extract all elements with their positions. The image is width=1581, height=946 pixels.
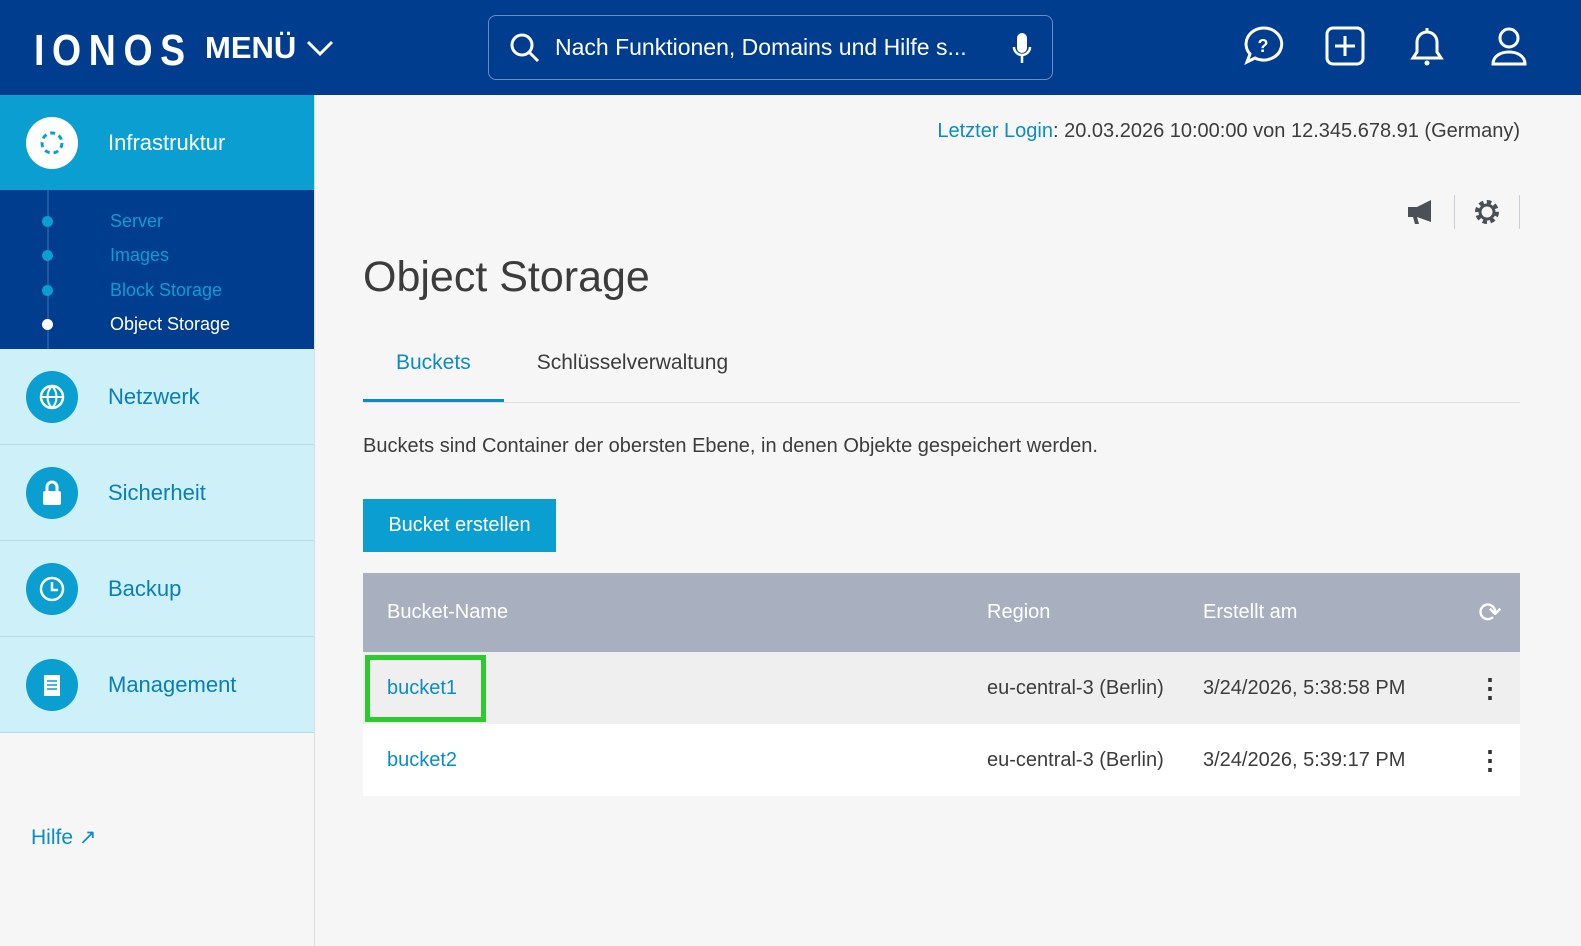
more-options-icon[interactable]: ⋮ — [1460, 673, 1520, 704]
megaphone-icon — [1408, 200, 1431, 224]
svg-text:?: ? — [1258, 36, 1269, 56]
sidebar-item-infrastruktur[interactable]: Infrastruktur — [0, 95, 314, 190]
history-icon — [26, 562, 78, 615]
tab-schluesselverwaltung[interactable]: Schlüsselverwaltung — [504, 335, 761, 402]
highlight-box — [365, 655, 486, 722]
sidebar-label: Netzwerk — [108, 383, 200, 409]
page-title: Object Storage — [363, 253, 650, 301]
infrastructure-icon — [26, 116, 78, 169]
search-icon — [510, 33, 540, 62]
help-chat-icon[interactable]: ? — [1241, 24, 1285, 68]
table-header: Bucket-Name Region Erstellt am ⟳ — [363, 573, 1520, 652]
sidebar-item-management[interactable]: Management — [0, 637, 314, 733]
menu-button[interactable]: MENÜ — [205, 30, 334, 66]
last-login-link[interactable]: Letzter Login — [937, 120, 1053, 142]
announcement-button[interactable] — [1388, 195, 1454, 229]
last-login: Letzter Login: 20.03.2026 10:00:00 von 1… — [937, 120, 1520, 143]
column-header-name[interactable]: Bucket-Name — [387, 601, 987, 624]
top-bar: IONOS MENÜ Nach Funktionen, Domains und … — [0, 0, 1581, 95]
sidebar-subitem-server[interactable]: Server — [0, 204, 314, 239]
user-icon[interactable] — [1487, 24, 1531, 68]
bucket-region: eu-central-3 (Berlin) — [987, 676, 1164, 699]
search-input[interactable]: Nach Funktionen, Domains und Hilfe s... — [488, 15, 1053, 80]
add-icon[interactable] — [1323, 24, 1367, 68]
more-options-icon[interactable]: ⋮ — [1460, 745, 1520, 776]
help-link[interactable]: Hilfe ↗ — [31, 825, 96, 850]
globe-icon — [26, 370, 78, 423]
bucket-created: 3/24/2026, 5:39:17 PM — [1203, 748, 1406, 771]
sidebar-item-sicherheit[interactable]: Sicherheit — [0, 445, 314, 541]
column-header-created[interactable]: Erstellt am — [1203, 601, 1460, 624]
table-row: bucket2 eu-central-3 (Berlin) 3/24/2026,… — [363, 724, 1520, 796]
sidebar: Infrastruktur Server Images Block Storag… — [0, 95, 315, 946]
sidebar-label: Sicherheit — [108, 479, 206, 505]
description: Buckets sind Container der obersten Eben… — [363, 435, 1098, 457]
sidebar-label: Backup — [108, 575, 182, 601]
sidebar-subitem-block-storage[interactable]: Block Storage — [0, 273, 314, 308]
sidebar-subitem-images[interactable]: Images — [0, 239, 314, 274]
chevron-down-icon — [307, 40, 334, 57]
sidebar-item-netzwerk[interactable]: Netzwerk — [0, 349, 314, 445]
sidebar-label: Infrastruktur — [108, 129, 226, 155]
create-bucket-button[interactable]: Bucket erstellen — [363, 499, 556, 552]
microphone-icon[interactable] — [1012, 31, 1032, 65]
help-label: Hilfe — [31, 826, 74, 849]
sidebar-subitem-object-storage[interactable]: Object Storage — [0, 308, 314, 343]
table-row: bucket1 eu-central-3 (Berlin) 3/24/2026,… — [363, 652, 1520, 724]
refresh-icon[interactable]: ⟳ — [1460, 596, 1520, 629]
buckets-table: Bucket-Name Region Erstellt am ⟳ bucket1… — [363, 573, 1520, 796]
bucket-region: eu-central-3 (Berlin) — [987, 748, 1164, 771]
tabs: Buckets Schlüsselverwaltung — [363, 335, 1520, 403]
bucket-link[interactable]: bucket2 — [387, 749, 987, 772]
sidebar-item-backup[interactable]: Backup — [0, 541, 314, 637]
lock-icon — [26, 466, 78, 519]
last-login-text: : 20.03.2026 10:00:00 von 12.345.678.91 … — [1052, 120, 1520, 142]
menu-label: MENÜ — [205, 30, 297, 65]
ionos-logo[interactable]: IONOS — [34, 26, 193, 76]
tab-buckets[interactable]: Buckets — [363, 335, 504, 402]
column-header-region[interactable]: Region — [987, 601, 1203, 624]
gear-icon — [1475, 200, 1499, 224]
sidebar-label: Management — [108, 671, 237, 697]
clipboard-icon — [26, 658, 78, 711]
submenu: Server Images Block Storage Object Stora… — [0, 190, 314, 349]
bell-icon[interactable] — [1405, 24, 1449, 68]
bucket-created: 3/24/2026, 5:38:58 PM — [1203, 676, 1406, 699]
search-placeholder: Nach Funktionen, Domains und Hilfe s... — [555, 34, 967, 60]
external-link-icon: ↗ — [78, 826, 97, 849]
settings-button[interactable] — [1454, 195, 1520, 229]
